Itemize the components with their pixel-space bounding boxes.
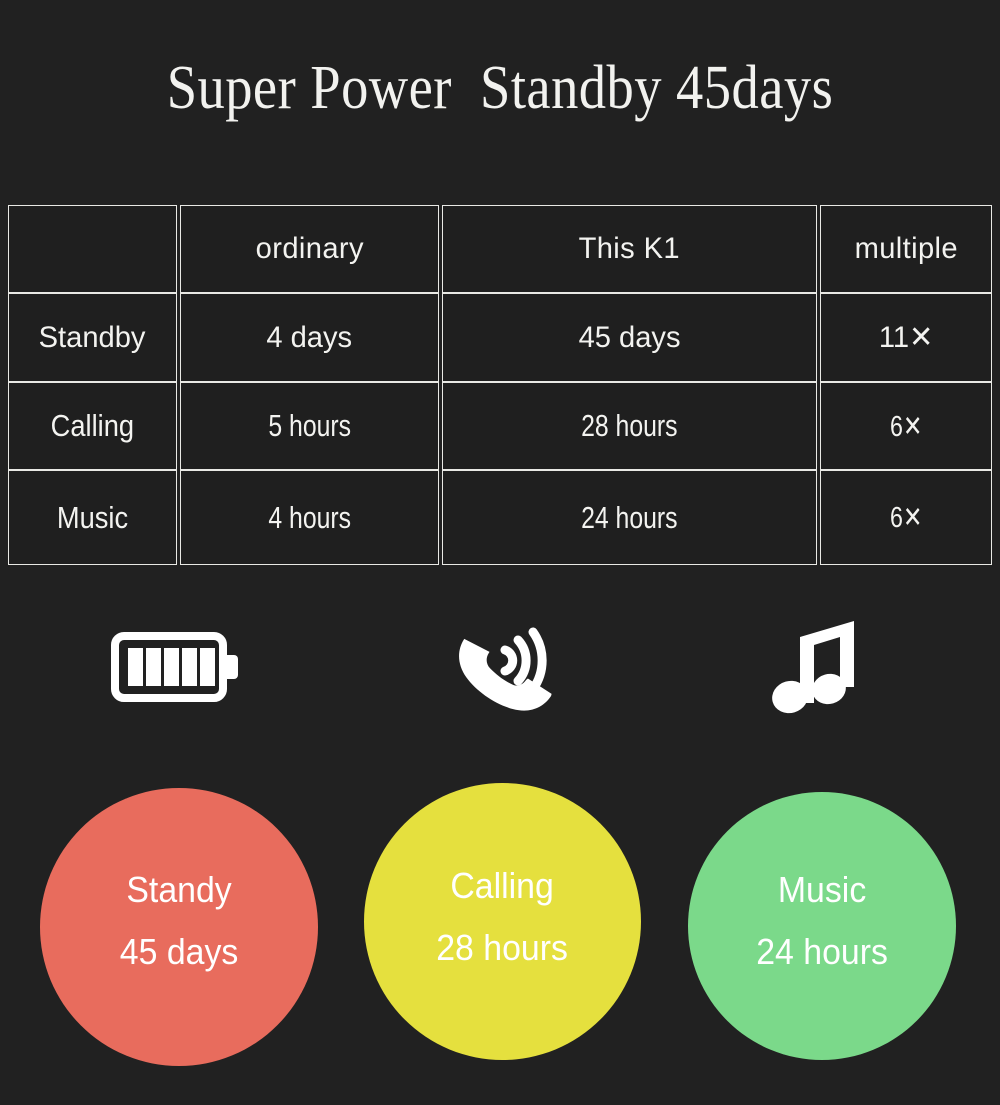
bubble-calling: Calling 28 hours	[364, 783, 641, 1060]
bubble-music-title: Music	[777, 869, 867, 910]
bubble-music: Music 24 hours	[688, 792, 956, 1060]
bubble-standby-value: 45 days	[119, 931, 239, 972]
summary-bubbles: Standy 45 days Calling 28 hours Music 24…	[0, 0, 1000, 1105]
bubble-standby-text: Standy 45 days	[116, 870, 242, 972]
promo-banner: Super Power Standby 45days ordinary This…	[0, 0, 1000, 1105]
bubble-calling-title: Calling	[450, 864, 555, 906]
bubble-music-value: 24 hours	[756, 931, 888, 972]
bubble-calling-text: Calling 28 hours	[432, 864, 572, 968]
bubble-standby-title: Standy	[126, 869, 232, 910]
bubble-music-text: Music 24 hours	[752, 870, 892, 972]
bubble-standby: Standy 45 days	[40, 788, 318, 1066]
bubble-calling-value: 28 hours	[436, 926, 569, 968]
